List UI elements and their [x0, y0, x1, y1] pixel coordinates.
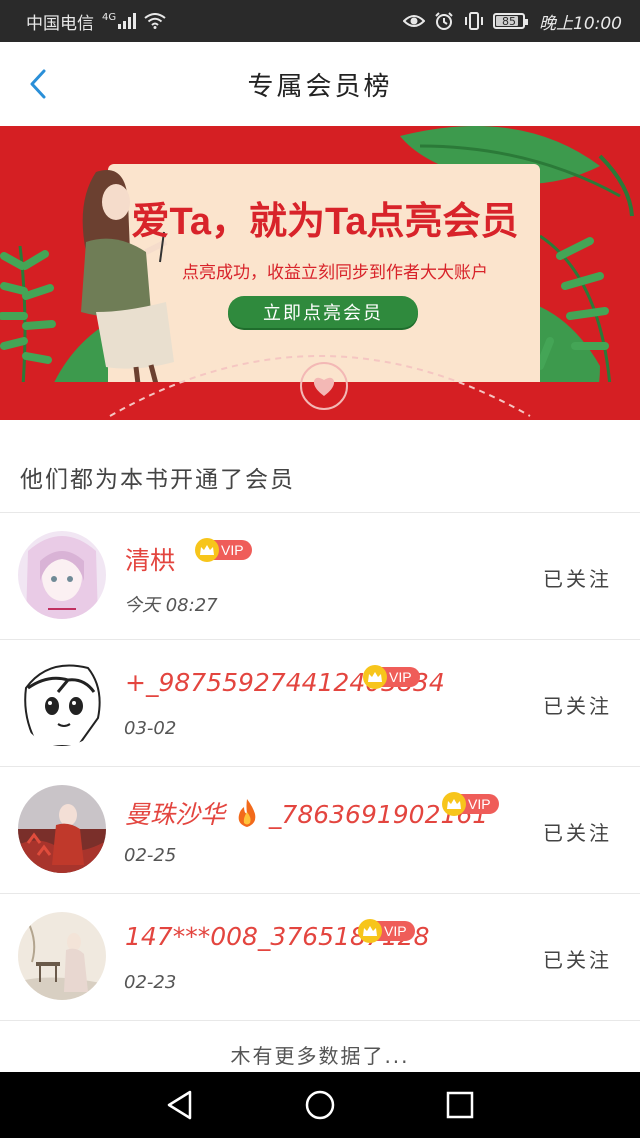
back-triangle-icon [167, 1090, 192, 1120]
system-nav-bar [0, 1072, 640, 1138]
member-name[interactable]: 曼珠沙华 _7863691902161 [125, 795, 488, 834]
nav-back-button[interactable] [158, 1083, 202, 1127]
follow-status-button[interactable]: 已关注 [543, 944, 612, 973]
network-type: 4G [102, 11, 117, 23]
member-date: 03-02 [124, 718, 177, 739]
member-name[interactable]: 清栱 [125, 541, 175, 577]
section-title: 他们都为本书开通了会员 [20, 467, 295, 493]
alarm-icon [435, 12, 453, 30]
crown-icon [442, 792, 466, 816]
carrier-label: 中国电信 [26, 13, 94, 34]
member-date: 今天 08:27 [124, 595, 218, 616]
app-header: 专属会员榜 [0, 42, 640, 127]
nav-recents-button[interactable] [438, 1083, 482, 1127]
nav-home-button[interactable] [298, 1083, 342, 1127]
vibrate-icon [465, 12, 483, 30]
chevron-left-icon [30, 69, 46, 99]
crown-icon [363, 665, 387, 689]
member-date: 02-25 [124, 845, 177, 866]
avatar[interactable] [18, 658, 106, 746]
recents-square-icon [446, 1091, 474, 1119]
member-name-prefix: 曼珠沙华 [125, 800, 226, 829]
fire-icon [235, 798, 259, 834]
vip-badge: VIP [363, 665, 420, 689]
heart-seal-icon [300, 362, 348, 410]
member-row[interactable]: 曼珠沙华 _7863691902161 VIP 02-25 已关注 [0, 767, 640, 894]
avatar[interactable] [18, 912, 106, 1000]
avatar[interactable] [18, 531, 106, 619]
banner-headline: 爱Ta，就为Ta点亮会员 [131, 201, 519, 243]
vip-badge: VIP [358, 919, 415, 943]
clock: 晚上10:00 [539, 13, 622, 34]
member-row[interactable]: 清栱 VIP 今天 08:27 已关注 [0, 513, 640, 640]
crown-icon [195, 538, 219, 562]
crown-icon [358, 919, 382, 943]
follow-status-button[interactable]: 已关注 [543, 690, 612, 719]
no-more-data-label: 木有更多数据了... [230, 1044, 410, 1068]
vip-badge: VIP [442, 792, 499, 816]
banner-subtitle: 点亮成功，收益立刻同步到作者大大账户 [182, 263, 488, 283]
follow-status-button[interactable]: 已关注 [543, 817, 612, 846]
back-button[interactable] [18, 64, 58, 104]
follow-status-button[interactable]: 已关注 [543, 563, 612, 592]
member-list: 清栱 VIP 今天 08:27 已关注 +_987559274412403834 [0, 513, 640, 1021]
signal-icon [118, 13, 137, 29]
member-row[interactable]: 147***008_3765187128 VIP 02-23 已关注 [0, 894, 640, 1021]
member-date: 02-23 [124, 972, 177, 993]
page-title: 专属会员榜 [247, 71, 393, 102]
vip-badge: VIP [195, 538, 252, 562]
home-circle-icon [305, 1090, 335, 1120]
member-row[interactable]: +_987559274412403834 VIP 03-02 已关注 [0, 640, 640, 767]
members-section-header: 他们都为本书开通了会员 [0, 420, 640, 513]
battery-level: 85 [502, 14, 516, 28]
status-bar: 中国电信 4G 85 晚上10:00 [0, 0, 640, 42]
avatar[interactable] [18, 785, 106, 873]
promo-banner[interactable]: 爱Ta，就为Ta点亮会员 点亮成功，收益立刻同步到作者大大账户 立即点亮会员 [0, 126, 640, 420]
eye-icon [403, 15, 425, 27]
wifi-icon [144, 13, 166, 29]
battery-icon: 85 [493, 13, 528, 29]
